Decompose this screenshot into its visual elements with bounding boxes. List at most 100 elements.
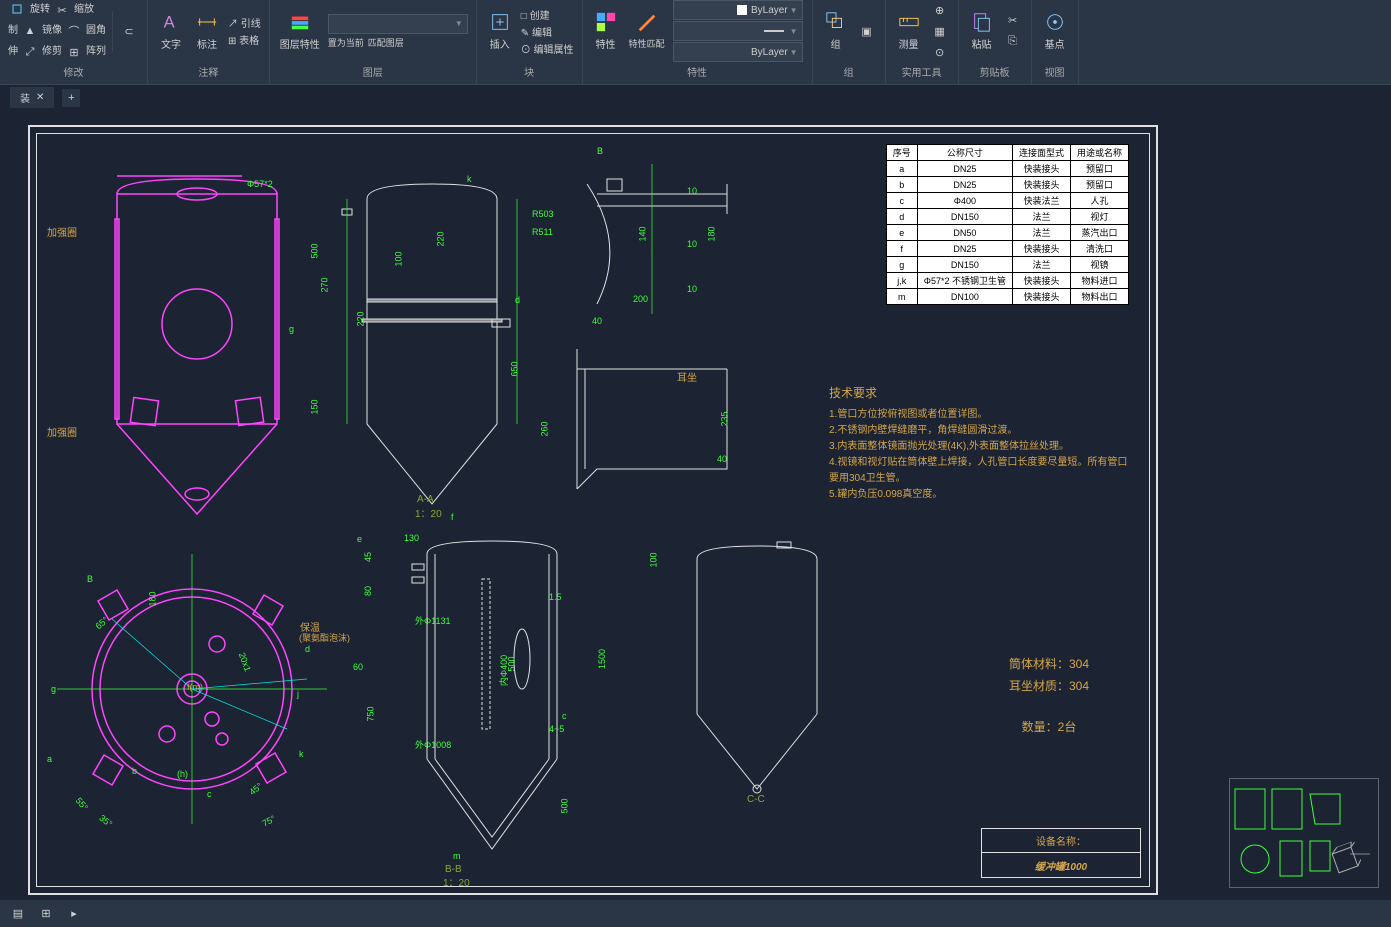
cut-icon[interactable]: ✂ [1004,12,1022,30]
table-cell: m [886,289,917,305]
th-seq: 序号 [886,145,917,161]
panel-title-modify: 修改 [8,64,139,82]
marker-g1: g [289,324,294,334]
dim-150: 150 [310,399,320,414]
scale-button[interactable]: ⤢ [21,43,39,61]
command-line-icon[interactable]: ▸ [65,905,83,923]
panel-title-utility: 实用工具 [894,64,950,82]
table-cell: 快装接头 [1012,177,1070,193]
panel-block: 插入 □ 创建 ✎ 编辑 ⊙ 编辑属性 块 [477,0,583,84]
stretch-btn[interactable]: 伸 [8,42,18,62]
panel-title-group: 组 [821,64,877,82]
table-cell: 快装接头 [1012,161,1070,177]
base-point-button[interactable]: 基点 [1040,9,1070,53]
navigator-panel[interactable] [1229,778,1379,888]
table-cell: 蒸汽出口 [1070,225,1128,241]
material-line-3: 数量：2台 [1009,717,1089,739]
marker-f2: f [451,512,454,522]
marker-B2: B [87,574,93,584]
copy-button[interactable] [9,1,27,19]
edit-attr-button[interactable]: ⊙ 编辑属性 [521,41,574,56]
marker-c2b: c [562,711,567,721]
table-cell: DN50 [917,225,1012,241]
modify-more-icon[interactable]: ⊂ [120,22,138,40]
dim-220-1: 220 [356,311,366,326]
panel-title-layer: 图层 [278,64,468,82]
paste-button[interactable]: 粘贴 [967,9,997,53]
marker-m2: m [453,851,461,861]
group-button[interactable]: 组 [821,9,851,53]
tab-add-button[interactable]: + [62,89,80,107]
dim-15: 1.5 [549,592,562,602]
lineweight-combo[interactable]: ▼ [673,21,803,41]
drawing-viewport[interactable]: 加强圈 加强圈 Φ57*2 [0,110,1391,900]
marker-b2: b [132,766,137,776]
util-1-icon[interactable]: ⊕ [931,1,949,19]
dim-1008: 外Φ1008 [415,738,451,751]
status-icon-1[interactable]: ▤ [9,905,27,923]
table-cell: Φ400 [917,193,1012,209]
mirror-button[interactable]: ▲ [21,22,39,40]
table-cell: Φ57*2 不锈钢卫生管 [917,273,1012,289]
fillet-button[interactable]: ⌒ [65,22,83,40]
status-icon-2[interactable]: ⊞ [37,905,55,923]
color-combo[interactable]: ByLayer▼ [673,0,803,20]
match-layer-button[interactable]: 匹配图层 [368,36,404,49]
rotate-button[interactable]: 旋转 [30,0,50,20]
tab-active[interactable]: 装 ✕ [10,87,54,108]
view-label-bb-scale: 1：20 [443,874,470,889]
panel-view: 基点 视图 [1032,0,1079,84]
table-cell: 视镜 [1070,257,1128,273]
tab-close-icon[interactable]: ✕ [36,92,44,103]
table-row: fDN25快装接头清洗口 [886,241,1128,257]
text-button[interactable]: A 文字 [156,9,186,53]
table-row: gDN150法兰视镜 [886,257,1128,273]
dim-10-2: 10 [687,239,697,249]
tank-front-view [87,164,307,544]
tech-note-1: 1.管口方位按俯视图或者位置详图。 [829,407,1129,423]
copy-icon[interactable]: ⎘ [1004,33,1022,51]
tab-bar: 装 ✕ + [0,85,1391,110]
drawing-border: 加强圈 加强圈 Φ57*2 [28,125,1158,895]
marker-k2: k [299,749,304,759]
tech-note-5: 5.罐内负压0.098真空度。 [829,487,1129,503]
dim-750: 750 [366,706,376,721]
dim-100-1: 100 [394,251,404,266]
table-cell: 物料进口 [1070,273,1128,289]
th-size: 公称尺寸 [917,145,1012,161]
nozzle-schedule-table: 序号 公称尺寸 连接面型式 用途或名称 aDN25快装接头预留口bDN25快装接… [886,144,1129,305]
dim-200: 200 [633,294,648,304]
table-cell: f [886,241,917,257]
view-label-aa: A-A [417,494,434,505]
util-3-icon[interactable]: ⊙ [931,43,949,61]
linetype-combo[interactable]: ByLayer▼ [673,42,803,62]
table-cell: g [886,257,917,273]
trim-button[interactable]: ✂ [53,1,71,19]
insert-button[interactable]: 插入 [485,9,515,53]
copy-btn[interactable]: 制 [8,21,18,41]
tank-section-bb [387,529,597,879]
measure-button[interactable]: 测量 [894,9,924,53]
set-current-button[interactable]: 置为当前 [328,36,364,49]
table-row: mDN100快装接头物料出口 [886,289,1128,305]
layer-combo[interactable]: ▼ [328,14,468,34]
edit-block-button[interactable]: ✎ 编辑 [521,24,574,39]
table-cell: 预留口 [1070,161,1128,177]
table-button[interactable]: ⊞ 表格 [228,32,261,47]
properties-button[interactable]: 特性 [591,9,621,53]
match-props-button[interactable]: 特性匹配 [627,10,667,52]
create-block-button[interactable]: □ 创建 [521,7,574,22]
tank-section-aa [327,164,537,534]
layer-props-button[interactable]: 图层特性 [278,9,322,53]
array-button[interactable]: ⊞ [65,43,83,61]
leader-button[interactable]: ↗ 引线 [228,15,261,30]
technical-requirements: 技术要求 1.管口方位按俯视图或者位置详图。 2.不锈钢内壁焊缝磨平，角焊缝圆滑… [829,384,1129,503]
table-cell: 视灯 [1070,209,1128,225]
group-edit-icon[interactable]: ▣ [858,22,876,40]
util-2-icon[interactable]: ▦ [931,22,949,40]
table-cell: 法兰 [1012,209,1070,225]
marker-c2: c [207,789,212,799]
dimension-button[interactable]: 标注 [192,9,222,53]
drawing-border-inner: 加强圈 加强圈 Φ57*2 [36,133,1150,887]
panel-title-view: 视图 [1040,64,1070,82]
